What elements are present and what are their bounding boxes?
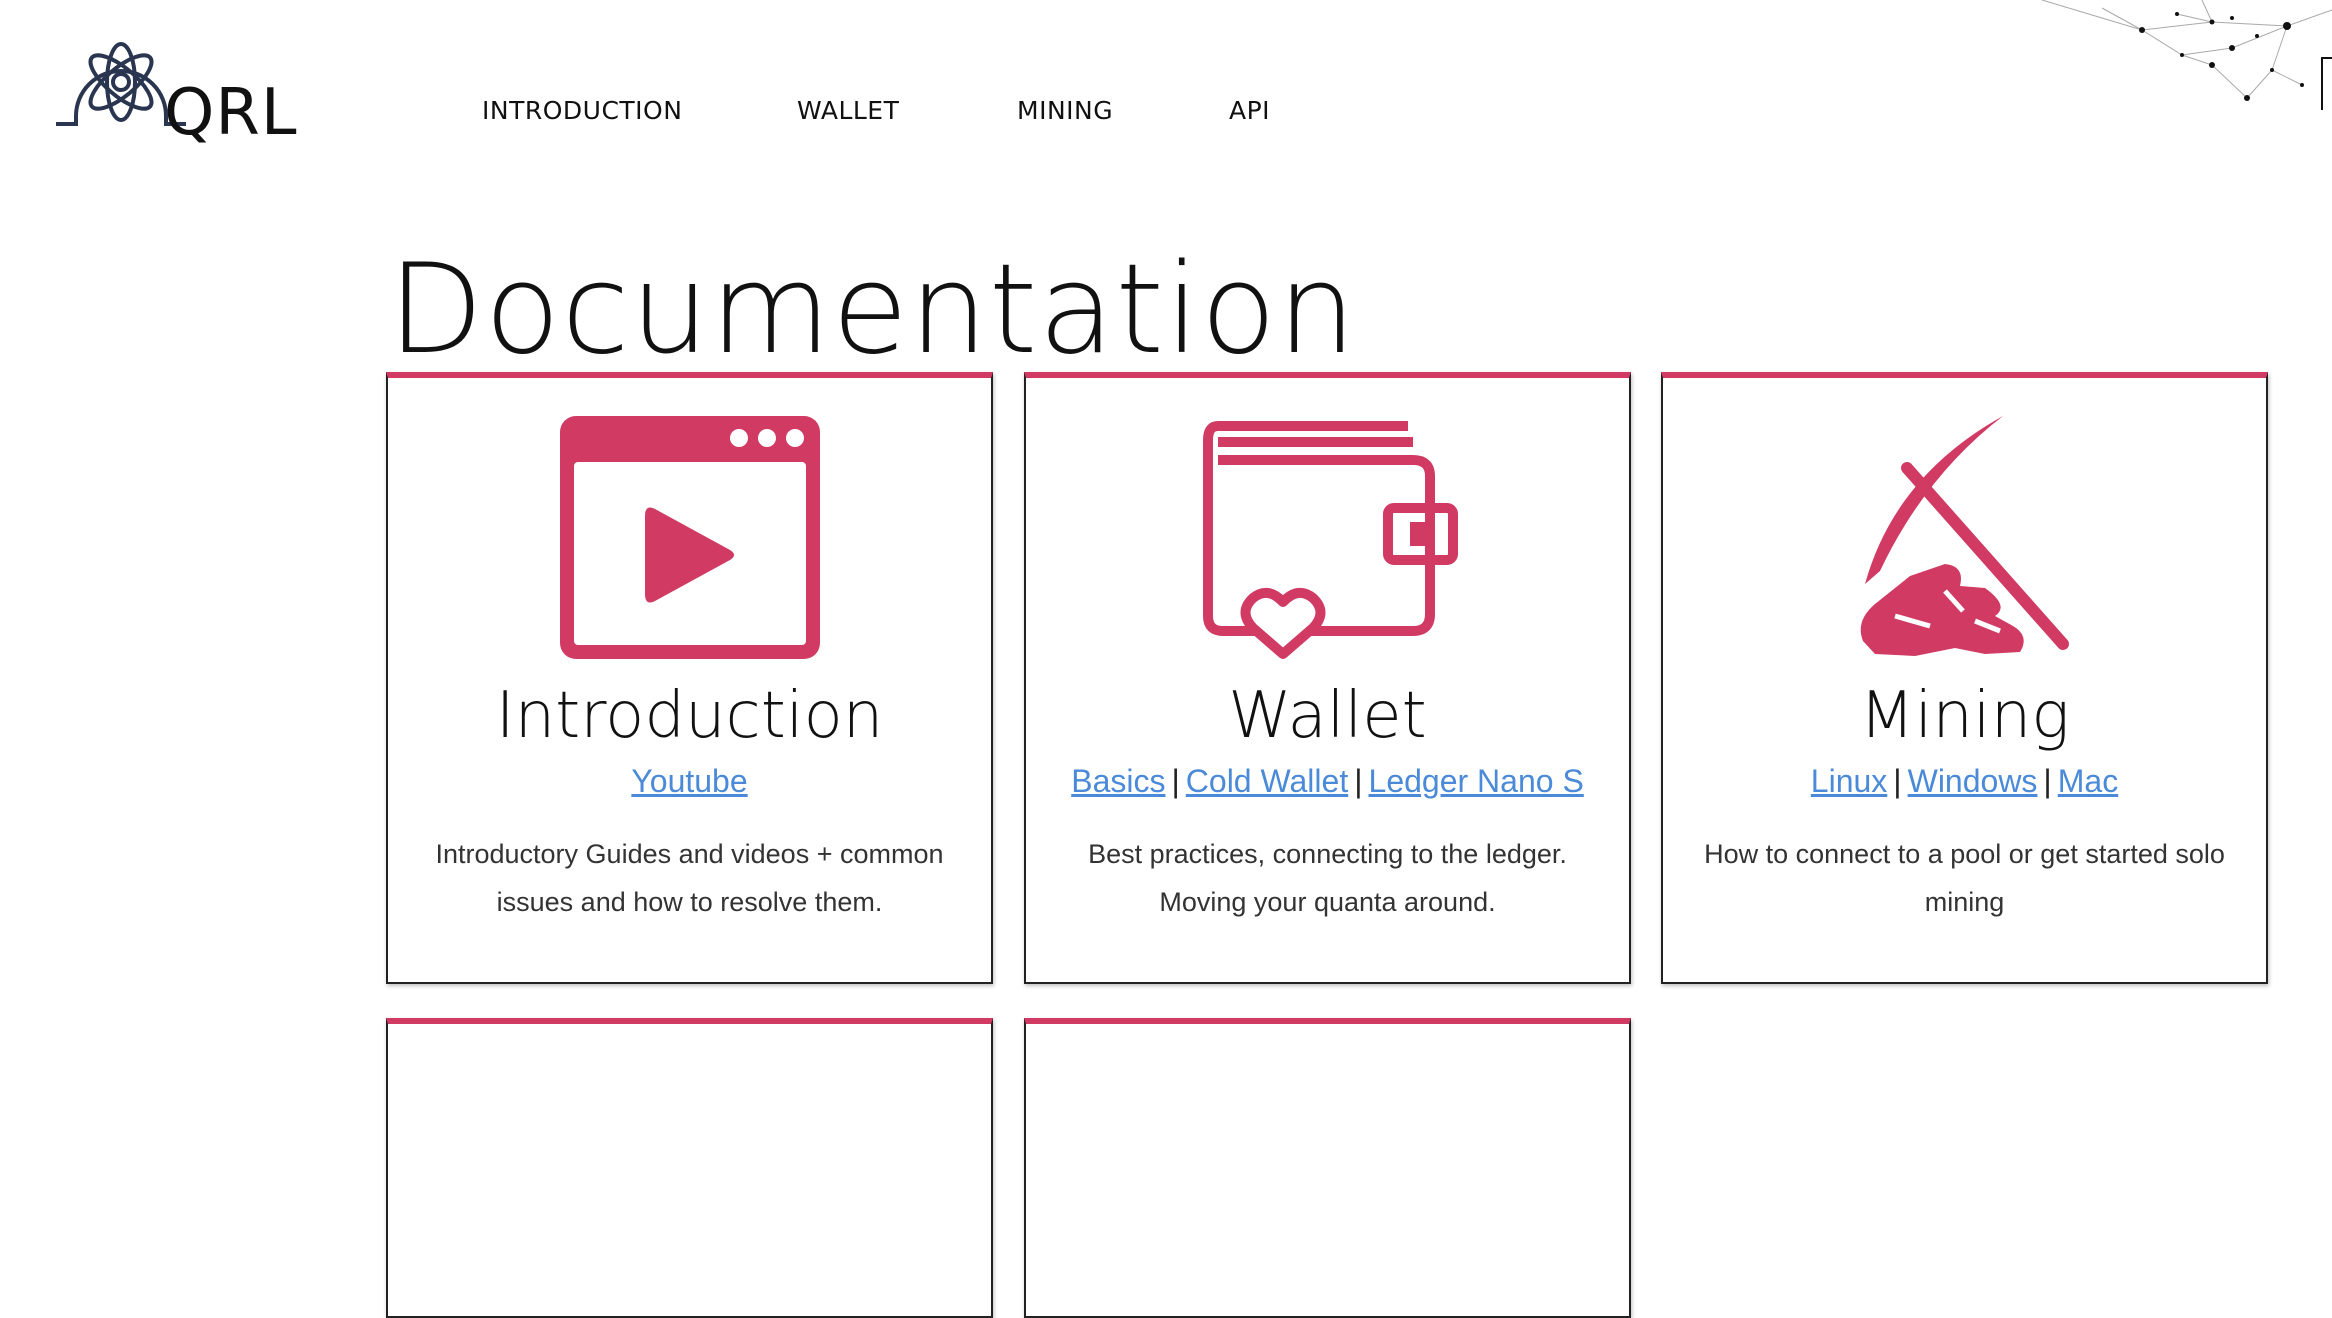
nav-wallet[interactable]: WALLET	[797, 96, 899, 125]
windows-link[interactable]: Windows	[1908, 763, 2038, 799]
card-introduction[interactable]: Introduction Youtube Introductory Guides…	[386, 372, 993, 984]
card-title: Wallet	[1228, 679, 1427, 753]
linux-link[interactable]: Linux	[1811, 763, 1888, 799]
youtube-link[interactable]: Youtube	[631, 763, 747, 799]
card-links: Linux | Windows | Mac	[1663, 763, 2266, 800]
link-separator: |	[2043, 763, 2052, 799]
cold-wallet-link[interactable]: Cold Wallet	[1186, 763, 1348, 799]
network-graph-decoration	[2041, 0, 2332, 110]
nav-introduction[interactable]: INTRODUCTION	[482, 96, 682, 125]
card-links: Basics | Cold Wallet | Ledger Nano S	[1026, 763, 1629, 800]
card-mining[interactable]: Mining Linux | Windows | Mac How to connect …	[1661, 372, 2268, 984]
card-wallet[interactable]: Wallet Basics | Cold Wallet | Ledger Nano S …	[1024, 372, 1631, 984]
card-description: How to connect to a pool or get started …	[1704, 839, 2225, 917]
card-links: Youtube	[388, 763, 991, 800]
card-partial-1[interactable]	[386, 1018, 993, 1318]
card-title: Mining	[1859, 679, 2070, 753]
card-title: Introduction	[495, 679, 884, 753]
link-separator: |	[1171, 763, 1180, 799]
link-separator: |	[1354, 763, 1363, 799]
ledger-nano-s-link[interactable]: Ledger Nano S	[1369, 763, 1584, 799]
basics-link[interactable]: Basics	[1071, 763, 1165, 799]
page-title: Documentation	[388, 238, 1357, 382]
site-header: QRL INTRODUCTION WALLET MINING API	[0, 0, 2332, 200]
link-separator: |	[1893, 763, 1902, 799]
card-description: Introductory Guides and videos + common …	[435, 839, 944, 917]
pickaxe-icon	[1663, 416, 2266, 666]
wallet-icon	[1026, 416, 1629, 666]
mac-link[interactable]: Mac	[2058, 763, 2118, 799]
nav-mining[interactable]: MINING	[1017, 96, 1113, 125]
brand-name: QRL	[164, 76, 298, 150]
video-player-icon	[388, 416, 991, 666]
card-partial-2[interactable]	[1024, 1018, 1631, 1318]
nav-api[interactable]: API	[1229, 96, 1270, 125]
card-description: Best practices, connecting to the ledger…	[1088, 839, 1567, 917]
